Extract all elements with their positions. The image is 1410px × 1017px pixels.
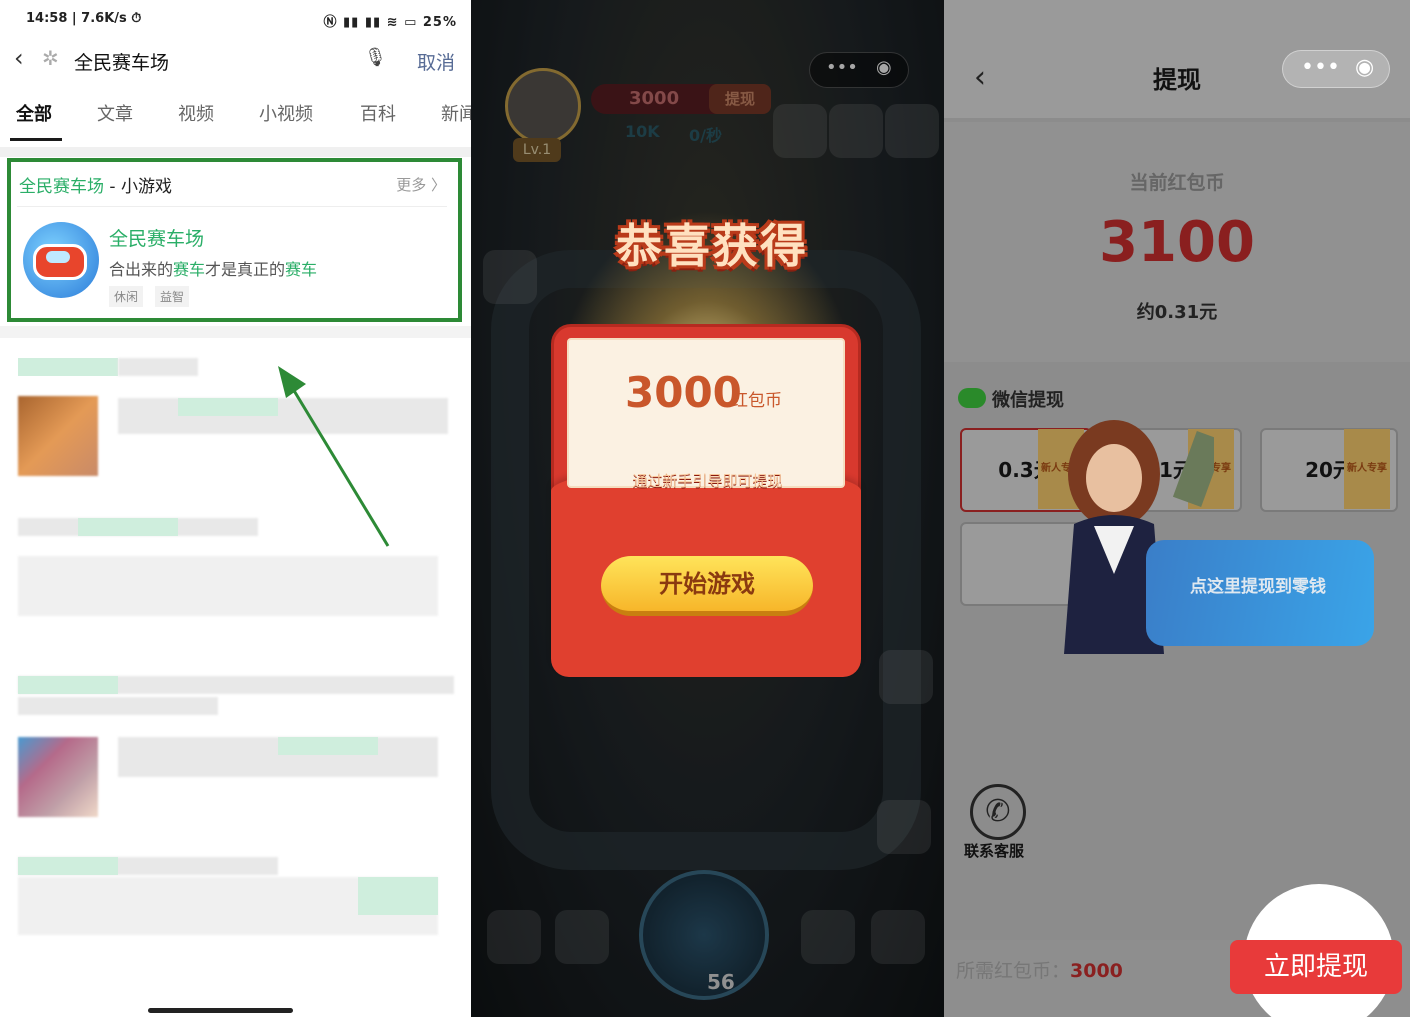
game-description: 合出来的赛车才是真正的赛车 [109, 256, 317, 280]
back-chevron-icon[interactable]: ‹ [14, 44, 24, 72]
required-coins-label: 所需红包币： [956, 960, 1071, 982]
tag-casual: 休闲 [109, 286, 144, 307]
race-car-icon [33, 244, 87, 280]
tab-news[interactable]: 新闻 [441, 100, 471, 126]
reward-hint: 通过新手引导即可提现 [632, 472, 783, 490]
blurred-result-title [18, 676, 118, 694]
withdraw-option-20[interactable]: 新人专享 20元 [1260, 428, 1398, 512]
withdraw-now-button[interactable]: 立即提现 [1230, 940, 1402, 994]
blurred-result-title [18, 857, 118, 875]
home-indicator [148, 1008, 293, 1013]
desc-text: 合出来的 [109, 260, 174, 279]
active-tab-indicator [10, 138, 62, 141]
required-coins-value: 3000 [1070, 960, 1123, 982]
blurred-thumbnail [18, 737, 98, 817]
status-indicators: Ⓝ ▮▮ ▮▮ ≋ ▭ 25% [323, 15, 457, 30]
game-reward-panel: Lv.1 3000 提现 10K 0/秒 56 ••• ◉ 恭喜获得 3000 … [471, 0, 944, 1017]
balance-value: 3100 [1099, 210, 1255, 275]
divider [17, 206, 447, 207]
cancel-button[interactable]: 取消 [417, 48, 455, 75]
required-coins: 所需红包币：3000 [956, 956, 1123, 983]
balance-yuan: 约0.31元 [1136, 302, 1218, 323]
search-tabs: 全部 文章 视频 小视频 百科 新闻 [0, 100, 471, 141]
balance-label: 当前红包币 [1129, 172, 1225, 194]
wechat-icon [958, 388, 986, 408]
more-link[interactable]: 更多 〉 [396, 174, 446, 195]
search-bar: ‹ ✲ 全民赛车场 🎙 取消 [0, 42, 471, 82]
blurred-result-text [178, 398, 278, 416]
sparkle-icon: ✲ [42, 46, 59, 70]
blurred-result-title [18, 358, 118, 376]
desc-text: 才是真正的 [205, 260, 286, 279]
wechat-search-panel: 14:58 | 7.6K/s ⏱ Ⓝ ▮▮ ▮▮ ≋ ▭ 25% ‹ ✲ 全民赛… [0, 0, 471, 1017]
tab-articles[interactable]: 文章 [97, 100, 133, 126]
withdraw-panel: ‹ 提现 ••• ◉ 当前红包币 3100 约0.31元 微信提现 新人专享 0… [944, 0, 1410, 1017]
blurred-result-title [118, 358, 198, 376]
tag-puzzle: 益智 [155, 286, 190, 307]
blurred-thumbnail [18, 396, 98, 476]
close-target-icon[interactable]: ◉ [1355, 55, 1374, 80]
tab-short-videos[interactable]: 小视频 [259, 100, 313, 126]
desc-keyword: 赛车 [173, 260, 206, 279]
blurred-result-title [18, 697, 218, 715]
blurred-result-text [358, 877, 438, 915]
blurred-result-text [278, 737, 378, 755]
miniprogram-capsule: ••• ◉ [1282, 50, 1390, 88]
blurred-result-text [18, 556, 438, 616]
wechat-withdraw-label: 微信提现 [992, 390, 1064, 411]
microphone-icon[interactable]: 🎙 [364, 47, 387, 68]
phone-icon[interactable]: ✆ [970, 784, 1026, 840]
game-name[interactable]: 全民赛车场 [109, 224, 204, 251]
mini-game-result-card[interactable]: 全民赛车场 - 小游戏 更多 〉 全民赛车场 合出来的赛车才是真正的赛车 休闲 … [7, 158, 462, 322]
game-app-icon[interactable] [23, 222, 99, 298]
reward-amount: 3000 [625, 368, 742, 417]
congrats-title: 恭喜获得 [616, 219, 808, 273]
more-dots-icon[interactable]: ••• [1301, 55, 1340, 80]
desc-keyword: 赛车 [285, 260, 318, 279]
tab-videos[interactable]: 视频 [178, 100, 214, 126]
status-bar: 14:58 | 7.6K/s ⏱ Ⓝ ▮▮ ▮▮ ≋ ▭ 25% [0, 0, 471, 38]
tab-encyclopedia[interactable]: 百科 [360, 100, 396, 126]
result-header-type: - 小游戏 [104, 177, 172, 197]
contact-support-label[interactable]: 联系客服 [964, 840, 1024, 861]
divider [0, 147, 471, 157]
status-time: 14:58 | 7.6K/s ⏱ [26, 11, 142, 26]
reward-unit: 红包币 [731, 391, 782, 411]
divider [0, 326, 471, 338]
blurred-result-title [78, 518, 178, 536]
new-user-badge: 新人专享 [1344, 429, 1390, 509]
tab-all[interactable]: 全部 [16, 100, 52, 126]
result-header: 全民赛车场 - 小游戏 [19, 172, 172, 197]
withdraw-tip-callout[interactable]: 点这里提现到零钱 [1146, 540, 1374, 646]
result-header-keyword: 全民赛车场 [19, 177, 104, 197]
reward-note: 3000 红包币 [567, 338, 845, 488]
search-input[interactable]: 全民赛车场 [74, 48, 169, 75]
start-game-button[interactable]: 开始游戏 [601, 556, 813, 616]
annotation-arrow [278, 366, 390, 547]
